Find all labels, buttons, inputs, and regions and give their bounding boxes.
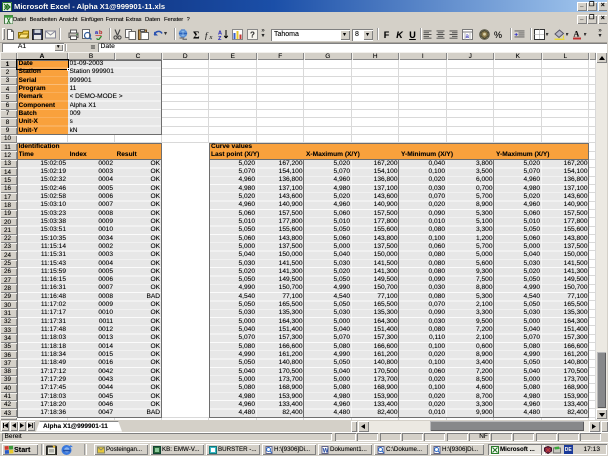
svg-text:?: ? (250, 31, 255, 40)
svg-text:x: x (208, 34, 212, 40)
svg-text:f: f (205, 30, 209, 40)
svg-text:A: A (574, 30, 580, 39)
svg-text:Σ: Σ (193, 31, 200, 41)
svg-text:b: b (99, 30, 103, 36)
svg-text:%: % (494, 30, 502, 40)
svg-text:W: W (322, 448, 328, 454)
svg-text:Z: Z (218, 36, 222, 40)
